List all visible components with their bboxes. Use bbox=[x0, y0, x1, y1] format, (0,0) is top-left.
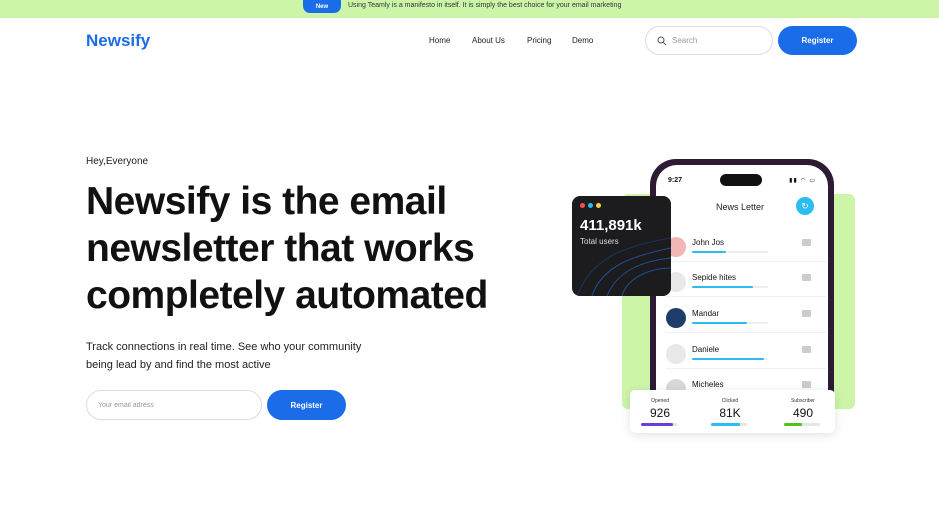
total-users-value: 411,891k bbox=[580, 217, 642, 234]
contact-name: Sepide hites bbox=[692, 273, 737, 282]
dynamic-island bbox=[720, 174, 762, 186]
contact-row[interactable]: Daniele bbox=[666, 342, 826, 370]
contact-name: Daniele bbox=[692, 345, 720, 354]
avatar bbox=[666, 344, 686, 364]
stat-label: Clicked bbox=[721, 398, 739, 404]
nav-pricing[interactable]: Pricing bbox=[527, 36, 551, 45]
dot-blue bbox=[588, 203, 593, 208]
dot-red bbox=[580, 203, 585, 208]
refresh-icon[interactable]: ↻ bbox=[796, 197, 814, 215]
progress-track bbox=[692, 286, 768, 288]
progress-bar bbox=[692, 251, 727, 253]
nav-home[interactable]: Home bbox=[429, 36, 450, 45]
stat-label: Subscriber bbox=[791, 398, 815, 404]
search-input[interactable] bbox=[672, 36, 762, 45]
contact-row[interactable]: Sepide hites bbox=[666, 270, 826, 298]
search-box[interactable] bbox=[645, 26, 773, 55]
progress-track bbox=[692, 358, 768, 360]
greeting: Hey,Everyone bbox=[86, 156, 149, 167]
nav-about-us[interactable]: About Us bbox=[472, 36, 505, 45]
stat-clicked: Clicked 81K bbox=[700, 390, 760, 433]
divider bbox=[666, 332, 826, 333]
nav-demo[interactable]: Demo bbox=[572, 36, 593, 45]
stat-bar bbox=[641, 423, 674, 426]
divider bbox=[666, 368, 826, 369]
progress-track bbox=[692, 251, 768, 253]
wave-lines-decoration bbox=[576, 237, 671, 296]
contact-row[interactable]: John Jos bbox=[666, 235, 826, 263]
contact-name: Mandar bbox=[692, 309, 720, 318]
newsletter-title: News Letter bbox=[716, 202, 765, 212]
mail-icon[interactable] bbox=[802, 274, 811, 281]
announcement-bar: New Using Teamly is a manifesto in itsel… bbox=[0, 0, 939, 18]
mail-icon[interactable] bbox=[802, 381, 811, 388]
mail-icon[interactable] bbox=[802, 346, 811, 353]
stats-card: Opened 926 Clicked 81K Subscriber 490 bbox=[630, 390, 835, 433]
dot-yellow bbox=[596, 203, 601, 208]
total-users-label: Total users bbox=[580, 237, 619, 246]
hero-headline: Newsify is the email newsletter that wor… bbox=[86, 180, 488, 317]
phone-mockup: 9:27 ▮▮ ◠ ▭ News Letter ↻ John Jos Sepide… bbox=[650, 159, 834, 419]
mail-icon[interactable] bbox=[802, 310, 811, 317]
divider bbox=[666, 296, 826, 297]
contact-name: Micheles bbox=[692, 380, 724, 389]
contact-row[interactable]: Mandar bbox=[666, 306, 826, 334]
announcement-message: Using Teamly is a manifesto in itself. I… bbox=[348, 2, 622, 9]
new-badge: New bbox=[303, 0, 341, 13]
stat-opened: Opened 926 bbox=[630, 390, 690, 433]
phone-time: 9:27 bbox=[668, 177, 683, 184]
stat-bar-track bbox=[711, 423, 747, 426]
progress-bar bbox=[692, 286, 753, 288]
logo[interactable]: Newsify bbox=[86, 31, 150, 51]
divider bbox=[666, 261, 826, 262]
stat-label: Opened bbox=[651, 398, 669, 404]
stat-value: 490 bbox=[792, 406, 814, 420]
avatar bbox=[666, 308, 686, 328]
total-users-card: 411,891k Total users bbox=[572, 196, 671, 296]
progress-bar bbox=[692, 358, 765, 360]
stat-bar bbox=[784, 423, 802, 426]
progress-bar bbox=[692, 322, 747, 324]
stat-subscriber: Subscriber 490 bbox=[773, 390, 833, 433]
stat-value: 926 bbox=[649, 406, 671, 420]
progress-track bbox=[692, 322, 768, 324]
stat-bar-track bbox=[784, 423, 820, 426]
mail-icon[interactable] bbox=[802, 239, 811, 246]
search-icon bbox=[657, 36, 667, 45]
stat-bar bbox=[711, 423, 740, 426]
contact-name: John Jos bbox=[692, 238, 725, 247]
stat-bar-track bbox=[641, 423, 677, 426]
hero-subtext: Track connections in real time. See who … bbox=[86, 341, 362, 371]
status-icons: ▮▮ ◠ ▭ bbox=[789, 178, 816, 184]
email-field[interactable] bbox=[86, 390, 262, 420]
phone-screen: 9:27 ▮▮ ◠ ▭ News Letter ↻ John Jos Sepide… bbox=[656, 165, 828, 413]
register-button-header[interactable]: Register bbox=[778, 26, 857, 55]
stat-value: 81K bbox=[719, 406, 741, 420]
register-button-hero[interactable]: Register bbox=[267, 390, 346, 420]
window-dots bbox=[580, 203, 601, 208]
